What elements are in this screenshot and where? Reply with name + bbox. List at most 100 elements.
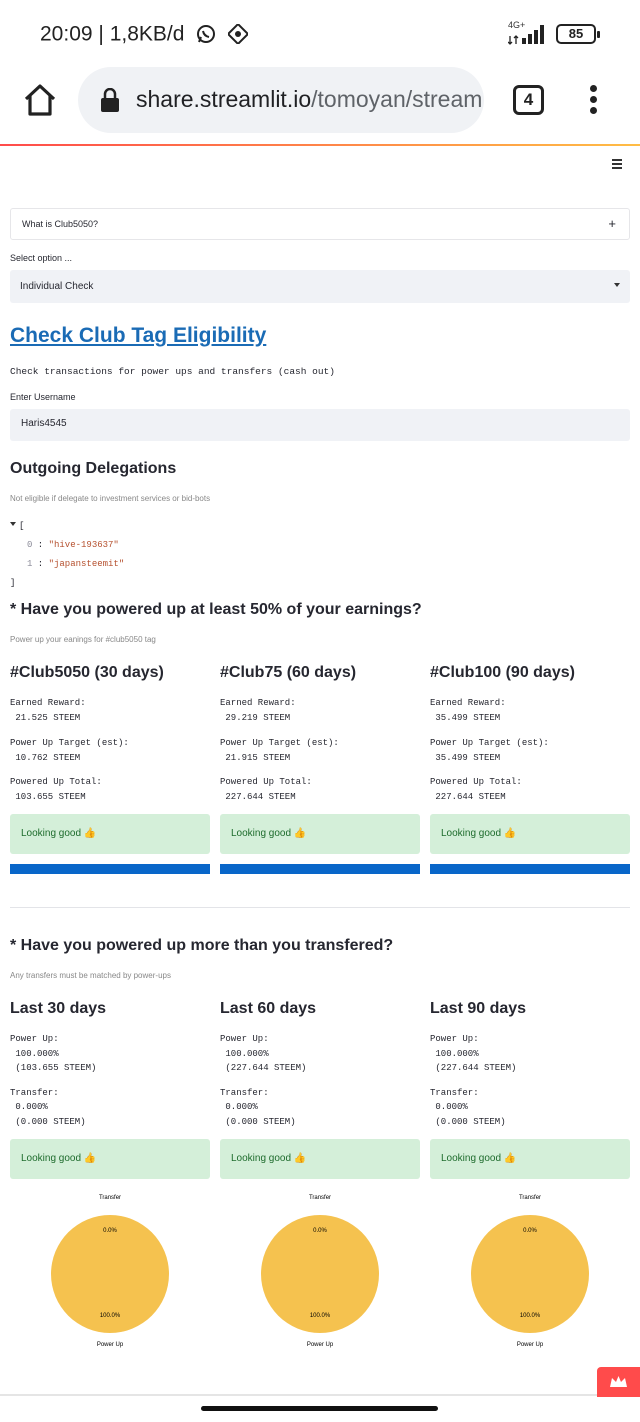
progress-bar <box>430 864 630 874</box>
target-label: Power Up Target (est): <box>10 738 129 748</box>
powerup-caption: Power up your eanings for #club5050 tag <box>10 635 156 644</box>
target-value: 10.762 STEEM <box>10 752 81 763</box>
club5050-expander[interactable]: What is Club5050? + <box>10 208 630 240</box>
json-item: 1 : "japansteemit" <box>27 559 125 569</box>
pie-category-label: Power Up <box>97 1342 124 1348</box>
progress-fill <box>10 864 210 874</box>
transfer-pct: 0.000% <box>10 1102 48 1112</box>
status-success: Looking good 👍 <box>220 814 420 854</box>
status-success: Looking good 👍 <box>430 1139 630 1179</box>
status-success: Looking good 👍 <box>430 814 630 854</box>
transfer-pct: 0.000% <box>220 1102 258 1112</box>
transfer-label: Transfer: <box>220 1087 269 1098</box>
address-bar[interactable]: share.streamlit.io/tomoyan/stream <box>78 67 484 133</box>
pie-chart: Transfer 0.0% 100.0% Power Up <box>220 1190 420 1350</box>
username-field[interactable] <box>10 409 630 441</box>
progress-fill <box>430 864 630 874</box>
gesture-home-bar[interactable] <box>201 1406 438 1411</box>
total-value: 227.644 STEEM <box>220 791 296 802</box>
period-title: Last 90 days <box>430 1000 527 1017</box>
club-title: #Club75 (60 days) <box>220 664 357 681</box>
expander-label: What is Club5050? <box>22 219 99 229</box>
transfer-caption: Any transfers must be matched by power-u… <box>10 971 171 980</box>
json-open-row[interactable]: [ <box>10 517 124 536</box>
overflow-menu-icon[interactable] <box>590 85 598 115</box>
progress-bar <box>10 864 210 874</box>
status-success: Looking good 👍 <box>220 1139 420 1179</box>
target-label: Power Up Target (est): <box>430 738 549 748</box>
period-title: Last 60 days <box>220 1000 317 1017</box>
pie-category-label: Transfer <box>99 1195 121 1201</box>
club-title: #Club5050 (30 days) <box>10 664 164 681</box>
json-value: "japansteemit" <box>48 559 125 569</box>
powerup-label: Power Up: <box>430 1034 479 1044</box>
username-label: Enter Username <box>10 392 76 402</box>
earned-label: Earned Reward: <box>220 698 296 708</box>
home-icon[interactable] <box>22 82 58 118</box>
transfer-amt: (0.000 STEEM) <box>430 1116 506 1127</box>
progress-fill <box>220 864 420 874</box>
earned-value: 29.219 STEEM <box>220 712 291 723</box>
delegations-heading: Outgoing Delegations <box>10 460 177 477</box>
footer-divider <box>0 1394 640 1396</box>
select-value: Individual Check <box>20 281 94 292</box>
option-select[interactable]: Individual Check <box>10 270 630 303</box>
json-close: ] <box>10 578 16 588</box>
json-open: [ <box>19 521 25 531</box>
streamlit-crown-icon[interactable] <box>597 1367 640 1397</box>
pie-category-label: Power Up <box>517 1342 544 1348</box>
url-host: share.streamlit.io <box>136 86 312 112</box>
pie-svg: Transfer 0.0% 100.0% Power Up <box>471 1195 589 1348</box>
period-title: Last 30 days <box>10 1000 107 1017</box>
page-load-indicator <box>0 144 640 146</box>
pie-percent-label: 0.0% <box>523 1228 537 1234</box>
transfer-amt: (0.000 STEEM) <box>220 1116 296 1127</box>
transfer-amt: (0.000 STEEM) <box>10 1116 86 1127</box>
earned-label: Earned Reward: <box>10 698 86 708</box>
pie-percent-label: 100.0% <box>100 1313 121 1319</box>
status-left: 20:09 | 1,8KB/d <box>40 22 249 46</box>
clock: 20:09 <box>40 22 93 46</box>
delegations-caption: Not eligible if delegate to investment s… <box>10 494 211 503</box>
status-right: 4G+ 85 <box>508 20 600 46</box>
powerup-heading: * Have you powered up at least 50% of yo… <box>10 601 422 618</box>
signal-icon: 4G+ <box>508 20 546 46</box>
powerup-amt: (227.644 STEEM) <box>220 1063 307 1073</box>
powerup-label: Power Up: <box>10 1034 59 1044</box>
club-column: #Club5050 (30 days) Earned Reward: 21.52… <box>10 664 210 874</box>
json-index: 1 <box>27 559 33 569</box>
page-title-link[interactable]: Check Club Tag Eligibility <box>10 324 266 348</box>
transfer-label: Transfer: <box>10 1087 59 1098</box>
status-success: Looking good 👍 <box>10 814 210 854</box>
period-column: Last 30 days Power Up: 100.000% (103.655… <box>10 1000 210 1179</box>
chevron-down-icon <box>614 283 620 287</box>
battery-icon: 85 <box>556 24 600 44</box>
collapse-arrow-icon[interactable] <box>10 522 16 526</box>
transfer-pct: 0.000% <box>430 1102 468 1112</box>
total-label: Powered Up Total: <box>430 777 522 787</box>
page-description: Check transactions for power ups and tra… <box>10 366 335 377</box>
progress-bar <box>220 864 420 874</box>
powerup-pct: 100.000% <box>430 1048 479 1059</box>
pie-svg: Transfer 0.0% 100.0% Power Up <box>261 1195 379 1348</box>
pie-category-label: Power Up <box>307 1342 334 1348</box>
pie-category-label: Transfer <box>309 1195 331 1201</box>
period-column: Last 60 days Power Up: 100.000% (227.644… <box>220 1000 420 1179</box>
tab-switcher-button[interactable]: 4 <box>513 85 544 115</box>
pie-percent-label: 100.0% <box>520 1313 541 1319</box>
club-column: #Club75 (60 days) Earned Reward: 29.219 … <box>220 664 420 874</box>
hamburger-menu-icon[interactable] <box>612 159 622 169</box>
earned-value: 21.525 STEEM <box>10 712 81 723</box>
target-value: 21.915 STEEM <box>220 752 291 763</box>
username-input[interactable] <box>21 418 601 429</box>
total-label: Powered Up Total: <box>220 777 312 787</box>
status-bar: 20:09 | 1,8KB/d 4G+ 85 <box>0 0 640 66</box>
target-label: Power Up Target (est): <box>220 738 339 748</box>
url-text: share.streamlit.io/tomoyan/stream <box>136 86 482 113</box>
powerup-amt: (103.655 STEEM) <box>10 1063 97 1073</box>
target-value: 35.499 STEEM <box>430 752 501 763</box>
pie-chart: Transfer 0.0% 100.0% Power Up <box>10 1190 210 1350</box>
url-path: /tomoyan/stream <box>311 86 483 112</box>
pie-percent-label: 100.0% <box>310 1313 331 1319</box>
delegations-json: [ 0 : "hive-193637" 1 : "japansteemit" ] <box>10 517 124 593</box>
